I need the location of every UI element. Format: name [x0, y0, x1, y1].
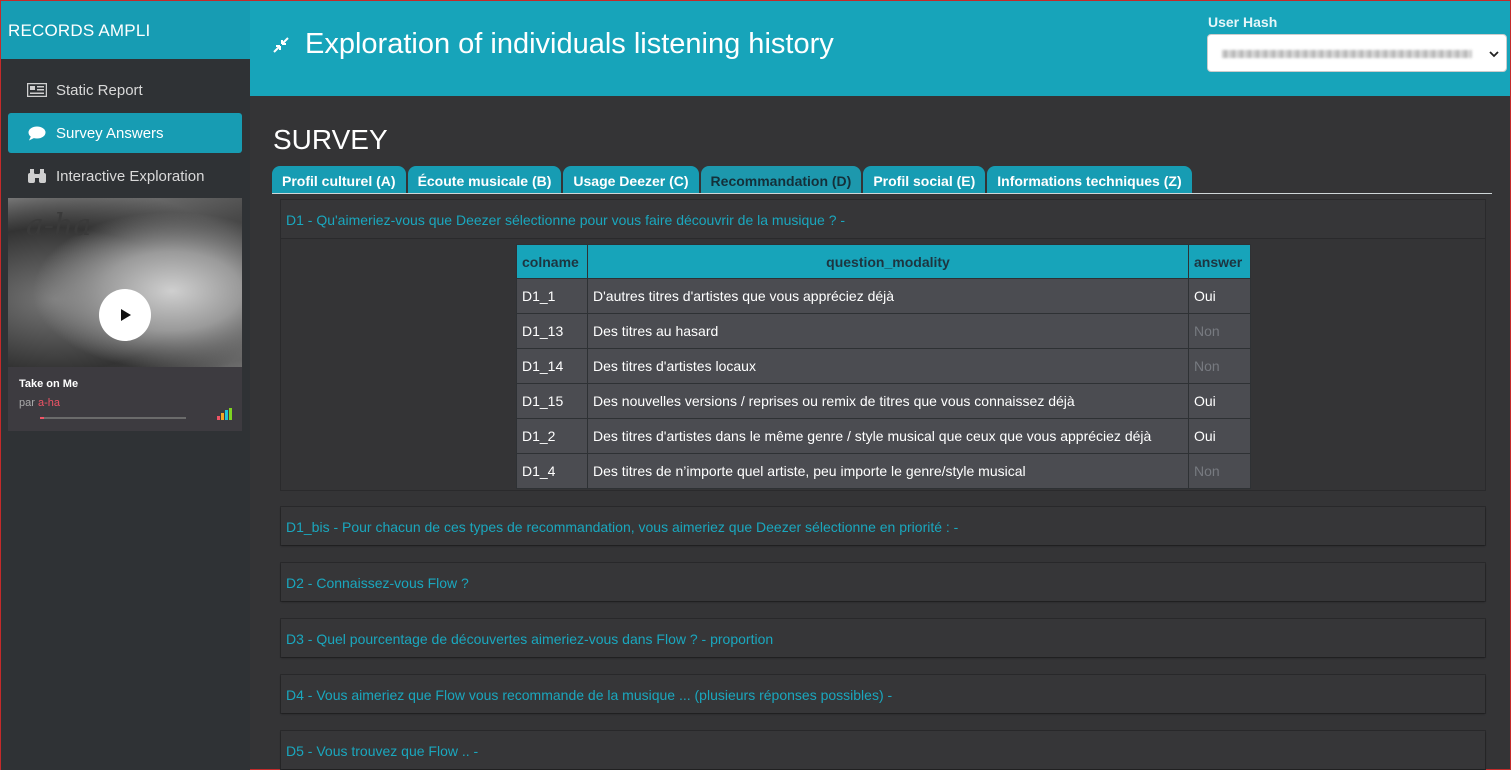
- cell-answer: Oui: [1188, 383, 1251, 419]
- cell-colname: D1_1: [516, 278, 588, 314]
- cell-answer: Oui: [1188, 418, 1251, 454]
- sidebar-item-static-report[interactable]: Static Report: [8, 70, 242, 110]
- table-row: D1_14 Des titres d'artistes locaux Non: [516, 348, 1251, 384]
- user-hash-label: User Hash: [1208, 14, 1278, 30]
- newspaper-icon: [26, 82, 48, 98]
- question-panel-title[interactable]: D2 - Connaissez-vous Flow ?: [281, 563, 1485, 601]
- tab-profil-social[interactable]: Profil social (E): [863, 166, 986, 193]
- tab-usage-deezer[interactable]: Usage Deezer (C): [563, 166, 699, 193]
- question-panel-title[interactable]: D3 - Quel pourcentage de découvertes aim…: [281, 619, 1485, 657]
- artist-link[interactable]: a-ha: [38, 397, 60, 409]
- cell-modality: Des titres d'artistes dans le même genre…: [587, 418, 1189, 454]
- track-artist-line: par a-ha: [19, 397, 60, 409]
- artist-prefix: par: [19, 397, 35, 409]
- header-bar: Exploration of individuals listening his…: [250, 1, 1510, 96]
- sidebar: RECORDS AMPLI Static Report Survey Answe…: [1, 1, 250, 770]
- cell-colname: D1_2: [516, 418, 588, 454]
- column-header-answer[interactable]: answer: [1188, 244, 1251, 279]
- question-panel-title[interactable]: D1_bis - Pour chacun de ces types de rec…: [281, 507, 1485, 545]
- question-panel-d5: D5 - Vous trouvez que Flow .. -: [280, 730, 1486, 770]
- table-header-row: colname question_modality answer: [516, 244, 1251, 279]
- binoculars-icon: [26, 168, 48, 184]
- table-row: D1_4 Des titres de n’importe quel artist…: [516, 453, 1251, 489]
- sidebar-item-label: Static Report: [56, 81, 143, 99]
- track-title[interactable]: Take on Me: [19, 378, 78, 390]
- survey-tabs: Profil culturel (A) Écoute musicale (B) …: [272, 166, 1192, 193]
- table-row: D1_13 Des titres au hasard Non: [516, 313, 1251, 349]
- cell-colname: D1_14: [516, 348, 588, 384]
- chevron-down-icon: [1488, 47, 1500, 65]
- table-row: D1_15 Des nouvelles versions / reprises …: [516, 383, 1251, 419]
- play-button[interactable]: [99, 289, 151, 341]
- cell-modality: D'autres titres d'artistes que vous appr…: [587, 278, 1189, 314]
- blurred-hash-value: [1222, 50, 1472, 58]
- tab-ecoute-musicale[interactable]: Écoute musicale (B): [407, 166, 562, 193]
- deezer-equalizer-icon: [217, 408, 233, 420]
- question-panel-d4: D4 - Vous aimeriez que Flow vous recomma…: [280, 674, 1486, 714]
- question-panel-title[interactable]: D1 - Qu'aimeriez-vous que Deezer sélecti…: [281, 200, 1485, 238]
- question-panel-title[interactable]: D5 - Vous trouvez que Flow .. -: [281, 731, 1485, 769]
- cell-answer: Non: [1188, 313, 1251, 349]
- answers-table: colname question_modality answer D1_1 D'…: [516, 244, 1251, 489]
- cell-modality: Des nouvelles versions / reprises ou rem…: [587, 383, 1189, 419]
- tabs-underline: [272, 193, 1492, 194]
- question-panel-d1: D1 - Qu'aimeriez-vous que Deezer sélecti…: [280, 199, 1486, 491]
- sidebar-item-interactive-exploration[interactable]: Interactive Exploration: [8, 156, 242, 196]
- cell-modality: Des titres de n’importe quel artiste, pe…: [587, 453, 1189, 489]
- tab-informations-techniques[interactable]: Informations techniques (Z): [987, 166, 1192, 193]
- table-row: D1_1 D'autres titres d'artistes que vous…: [516, 278, 1251, 314]
- table-row: D1_2 Des titres d'artistes dans le même …: [516, 418, 1251, 454]
- comment-icon: [26, 125, 48, 141]
- question-panel-d2: D2 - Connaissez-vous Flow ?: [280, 562, 1486, 602]
- main-content: SURVEY Profil culturel (A) Écoute musica…: [250, 96, 1510, 770]
- column-header-question-modality[interactable]: question_modality: [587, 244, 1189, 279]
- section-title: SURVEY: [273, 124, 388, 155]
- user-hash-select[interactable]: [1207, 34, 1507, 72]
- cell-colname: D1_15: [516, 383, 588, 419]
- cell-colname: D1_4: [516, 453, 588, 489]
- cell-modality: Des titres d'artistes locaux: [587, 348, 1189, 384]
- track-progress-bar[interactable]: [40, 417, 186, 419]
- sidebar-item-label: Survey Answers: [56, 124, 164, 142]
- sidebar-item-label: Interactive Exploration: [56, 167, 205, 185]
- album-cover: a-ha: [8, 198, 242, 367]
- page-title: Exploration of individuals listening his…: [305, 28, 834, 60]
- sidebar-nav: Static Report Survey Answers Interactive…: [1, 59, 250, 196]
- question-panel-d1-bis: D1_bis - Pour chacun de ces types de rec…: [280, 506, 1486, 546]
- question-panel-title[interactable]: D4 - Vous aimeriez que Flow vous recomma…: [281, 675, 1485, 713]
- question-panel-body: colname question_modality answer D1_1 D'…: [281, 238, 1485, 489]
- cell-answer: Oui: [1188, 278, 1251, 314]
- app-brand[interactable]: RECORDS AMPLI: [1, 1, 250, 59]
- cell-colname: D1_13: [516, 313, 588, 349]
- cell-answer: Non: [1188, 348, 1251, 384]
- cell-modality: Des titres au hasard: [587, 313, 1189, 349]
- cell-answer: Non: [1188, 453, 1251, 489]
- album-logo: a-ha: [26, 208, 92, 243]
- play-icon: [121, 309, 131, 321]
- sidebar-item-survey-answers[interactable]: Survey Answers: [8, 113, 242, 153]
- tab-recommandation[interactable]: Recommandation (D): [700, 166, 862, 193]
- tab-profil-culturel[interactable]: Profil culturel (A): [272, 166, 406, 193]
- track-progress-fill: [40, 417, 45, 419]
- compress-icon[interactable]: [273, 37, 289, 58]
- question-panel-d3: D3 - Quel pourcentage de découvertes aim…: [280, 618, 1486, 658]
- column-header-colname[interactable]: colname: [516, 244, 588, 279]
- music-player-widget: a-ha Take on Me par a-ha: [8, 198, 242, 431]
